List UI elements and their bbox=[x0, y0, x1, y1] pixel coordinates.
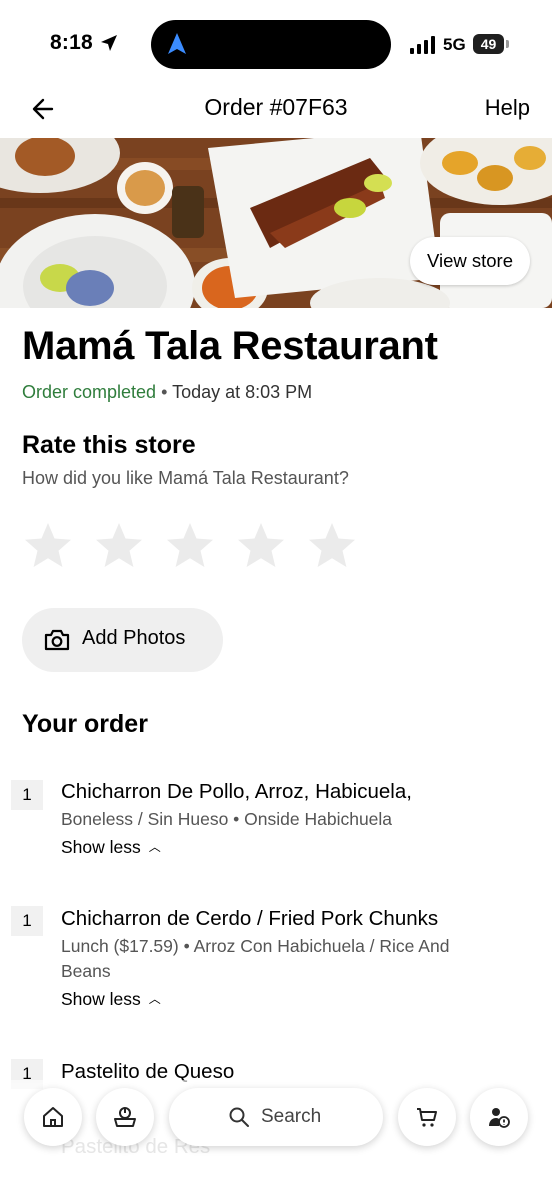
status-bar: 8:18 5G 49 bbox=[0, 0, 552, 84]
item-quantity: 1 bbox=[11, 906, 43, 936]
camera-icon bbox=[44, 629, 70, 651]
star-icon-3[interactable] bbox=[164, 520, 216, 572]
show-less-label: Show less bbox=[61, 837, 141, 857]
header: Order #07F63 Help bbox=[0, 84, 552, 138]
status-separator: • bbox=[161, 382, 168, 402]
battery-icon: 49 bbox=[473, 34, 504, 54]
dynamic-island bbox=[151, 20, 391, 69]
location-arrow-icon bbox=[101, 35, 117, 51]
network-type: 5G bbox=[443, 35, 466, 54]
grocery-icon bbox=[114, 1107, 136, 1127]
show-less-label: Show less bbox=[61, 989, 141, 1009]
view-store-button[interactable]: View store bbox=[409, 237, 530, 285]
search-button[interactable]: Search bbox=[169, 1088, 383, 1146]
battery-cap bbox=[506, 40, 509, 48]
home-icon bbox=[43, 1107, 63, 1127]
chevron-up-icon: ︿ bbox=[148, 840, 161, 854]
rate-store-heading: Rate this store bbox=[22, 431, 196, 459]
signal-icon bbox=[410, 36, 435, 54]
star-icon-4[interactable] bbox=[235, 520, 287, 572]
item-name: Chicharron De Pollo, Arroz, Habicuela, bbox=[61, 780, 412, 803]
item-quantity: 1 bbox=[11, 780, 43, 810]
status-time: 8:18 bbox=[50, 31, 93, 54]
show-less-toggle[interactable]: Show less ︿ bbox=[61, 837, 161, 858]
chevron-up-icon: ︿ bbox=[148, 992, 161, 1006]
your-order-heading: Your order bbox=[22, 710, 148, 738]
star-icon-2[interactable] bbox=[93, 520, 145, 572]
search-icon bbox=[229, 1107, 249, 1127]
home-button[interactable] bbox=[24, 1088, 82, 1146]
navigation-icon bbox=[168, 33, 186, 54]
star-rating bbox=[22, 520, 358, 572]
store-hero-image: View store bbox=[0, 138, 552, 308]
add-photos-button[interactable]: Add Photos bbox=[22, 608, 223, 672]
order-status: Order completed bbox=[22, 382, 157, 402]
item-options: Lunch ($17.59) • Arroz Con Habichuela / … bbox=[61, 936, 450, 981]
battery-level: 49 bbox=[480, 36, 497, 52]
store-name: Mamá Tala Restaurant bbox=[22, 324, 438, 368]
star-icon-5[interactable] bbox=[306, 520, 358, 572]
rate-store-prompt: How did you like Mamá Tala Restaurant? bbox=[22, 468, 349, 488]
star-icon-1[interactable] bbox=[22, 520, 74, 572]
account-button[interactable] bbox=[470, 1088, 528, 1146]
item-options: Boneless / Sin Hueso • Onside Habichuela bbox=[61, 809, 393, 829]
cart-button[interactable] bbox=[398, 1088, 456, 1146]
search-label: Search bbox=[261, 1106, 322, 1127]
show-less-toggle[interactable]: Show less ︿ bbox=[61, 989, 161, 1010]
grocery-button[interactable] bbox=[96, 1088, 154, 1146]
help-link[interactable]: Help bbox=[485, 95, 530, 121]
cart-icon bbox=[417, 1108, 437, 1127]
page-title: Order #07F63 bbox=[204, 94, 348, 120]
account-icon bbox=[489, 1108, 510, 1128]
item-name: Chicharron de Cerdo / Fried Pork Chunks bbox=[61, 907, 439, 930]
add-photos-label: Add Photos bbox=[82, 627, 186, 649]
order-status-line: Order completed • Today at 8:03 PM bbox=[22, 382, 312, 403]
order-time: Today at 8:03 PM bbox=[172, 382, 313, 402]
